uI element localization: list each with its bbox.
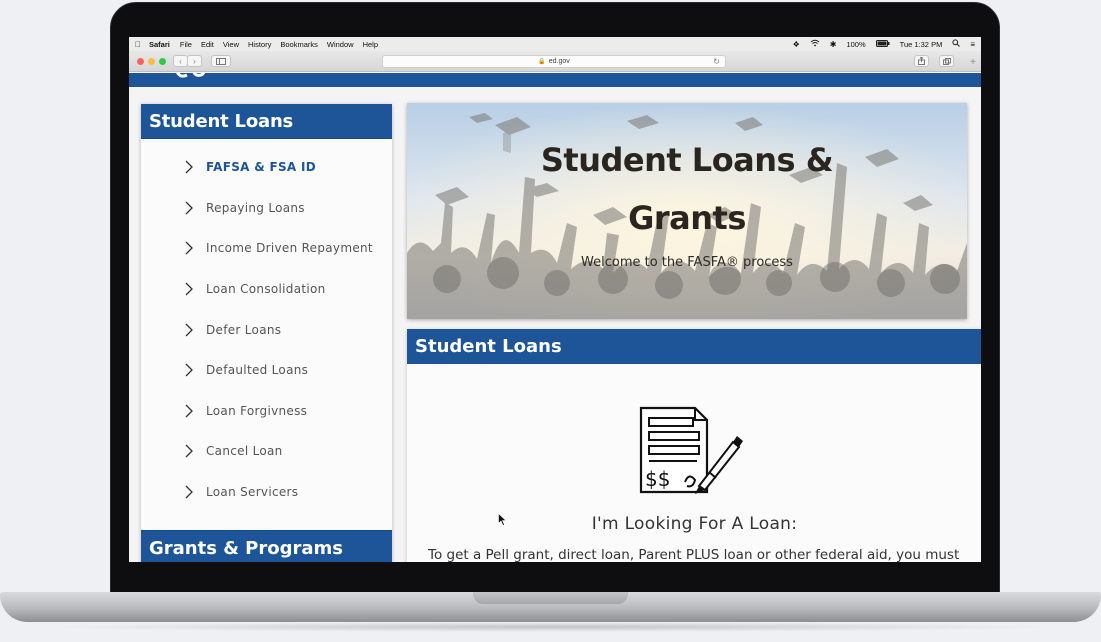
sidebar-item-label: FAFSA & FSA ID [206, 160, 316, 175]
sidebar-item-fafsa[interactable]: FAFSA & FSA ID [141, 147, 392, 188]
address-bar[interactable]: 🔒 ed.gov ↻ [382, 55, 726, 68]
menu-app-name[interactable]: Safari [149, 40, 170, 49]
sidebar-item-label: Defaulted Loans [206, 363, 309, 378]
sidebar-icon [216, 57, 226, 65]
url-text: ed.gov [548, 58, 570, 65]
battery-percent: 100% [846, 39, 866, 49]
sidebar-item-label: Loan Forgivness [206, 403, 308, 418]
sidebar-item-cancel-loan[interactable]: Cancel Loan [141, 431, 392, 472]
webpage: Student Loans FAFSA & FSA ID Repaying Lo… [129, 73, 981, 562]
menu-edit[interactable]: Edit [201, 40, 214, 49]
notification-center-icon[interactable]: ≡ [970, 40, 975, 49]
sidebar-item-label: Loan Servicers [206, 485, 299, 500]
back-button[interactable]: ‹ [173, 55, 188, 67]
share-icon [918, 57, 925, 65]
sidebar-item-repaying-loans[interactable]: Repaying Loans [141, 188, 392, 229]
laptop-screen:  Safari File Edit View History Bookmark… [129, 37, 981, 562]
hero-title-line-2: Grants [628, 199, 746, 237]
close-window-icon[interactable] [137, 58, 144, 65]
apple-icon[interactable]:  [135, 40, 149, 49]
hero-subtitle: Welcome to the FASFA® process [581, 255, 793, 270]
sidebar-item-loan-forgiveness[interactable]: Loan Forgivness [141, 391, 392, 432]
site-header-bar [129, 73, 981, 87]
panel-title: Student Loans [407, 329, 981, 364]
sidebar-item-income-driven-repayment[interactable]: Income Driven Repayment [141, 228, 392, 269]
svg-text:$$: $$ [645, 467, 670, 491]
forward-button[interactable]: › [187, 55, 202, 67]
battery-icon[interactable] [875, 39, 890, 49]
mac-menu-bar:  Safari File Edit View History Bookmark… [129, 37, 981, 51]
sidebar: Student Loans FAFSA & FSA ID Repaying Lo… [141, 104, 392, 562]
sidebar-item-defaulted-loans[interactable]: Defaulted Loans [141, 350, 392, 391]
minimize-window-icon[interactable] [148, 58, 155, 65]
menu-file[interactable]: File [180, 40, 192, 49]
new-tab-button[interactable]: + [967, 57, 979, 69]
menu-view[interactable]: View [223, 40, 239, 49]
sidebar-item-label: Defer Loans [206, 322, 282, 337]
sidebar-toggle-button[interactable] [211, 55, 231, 67]
safari-toolbar: ‹ › 🔒 ed.gov ↻ + [129, 51, 981, 72]
loan-document-signature-icon: $$ [639, 406, 743, 494]
wifi-icon[interactable] [810, 39, 820, 49]
panel-paragraph: To get a Pell grant, direct loan, Parent… [428, 547, 960, 562]
sidebar-title: Student Loans [141, 104, 392, 139]
hero-title: Student Loans & Grants [527, 131, 847, 247]
student-loans-panel: Student Loans $$ I'm Looking For A Loan:… [407, 329, 981, 562]
sidebar-list: FAFSA & FSA ID Repaying Loans Income Dri… [141, 147, 392, 512]
hero-banner: Student Loans & Grants Welcome to the FA… [407, 103, 967, 319]
tabs-icon [942, 57, 951, 65]
laptop-shadow [40, 622, 1061, 632]
sidebar-item-loan-servicers[interactable]: Loan Servicers [141, 472, 392, 513]
sidebar-item-label: Loan Consolidation [206, 282, 326, 297]
laptop-notch [473, 592, 628, 604]
reload-icon[interactable]: ↻ [713, 57, 720, 66]
menu-history[interactable]: History [248, 40, 271, 49]
chevron-right-icon [185, 160, 193, 174]
site-logo-icon[interactable] [173, 73, 209, 83]
chevron-right-icon [185, 363, 193, 377]
chevron-right-icon [185, 282, 193, 296]
share-button[interactable] [914, 55, 929, 67]
sidebar-item-label: Cancel Loan [206, 444, 283, 459]
menu-window[interactable]: Window [327, 40, 354, 49]
chevron-right-icon [185, 444, 193, 458]
zoom-window-icon[interactable] [159, 58, 166, 65]
chevron-right-icon [185, 404, 193, 418]
menu-status-area: ❖ ✱ 100% Tue 1:32 PM ≡ [793, 39, 975, 49]
sidebar-section-grants[interactable]: Grants & Programs [141, 530, 392, 562]
panel-heading: I'm Looking For A Loan: [591, 514, 798, 534]
spotlight-search-icon[interactable] [952, 39, 961, 49]
chevron-right-icon [185, 201, 193, 215]
dropbox-icon[interactable]: ❖ [793, 40, 800, 49]
menu-clock[interactable]: Tue 1:32 PM [900, 40, 943, 49]
sidebar-item-defer-loans[interactable]: Defer Loans [141, 309, 392, 350]
sidebar-item-label: Income Driven Repayment [206, 241, 373, 256]
mouse-cursor-icon [498, 513, 507, 526]
chevron-right-icon [185, 485, 193, 499]
tabs-overview-button[interactable] [939, 55, 954, 67]
menu-help[interactable]: Help [363, 40, 378, 49]
sidebar-item-label: Repaying Loans [206, 200, 305, 215]
menu-bookmarks[interactable]: Bookmarks [280, 40, 318, 49]
lock-icon: 🔒 [538, 59, 546, 65]
bluetooth-icon[interactable]: ✱ [830, 40, 837, 49]
chevron-right-icon [185, 323, 193, 337]
chevron-right-icon [185, 242, 193, 255]
hero-title-line-1: Student Loans & [540, 141, 834, 179]
sidebar-item-loan-consolidation[interactable]: Loan Consolidation [141, 269, 392, 310]
